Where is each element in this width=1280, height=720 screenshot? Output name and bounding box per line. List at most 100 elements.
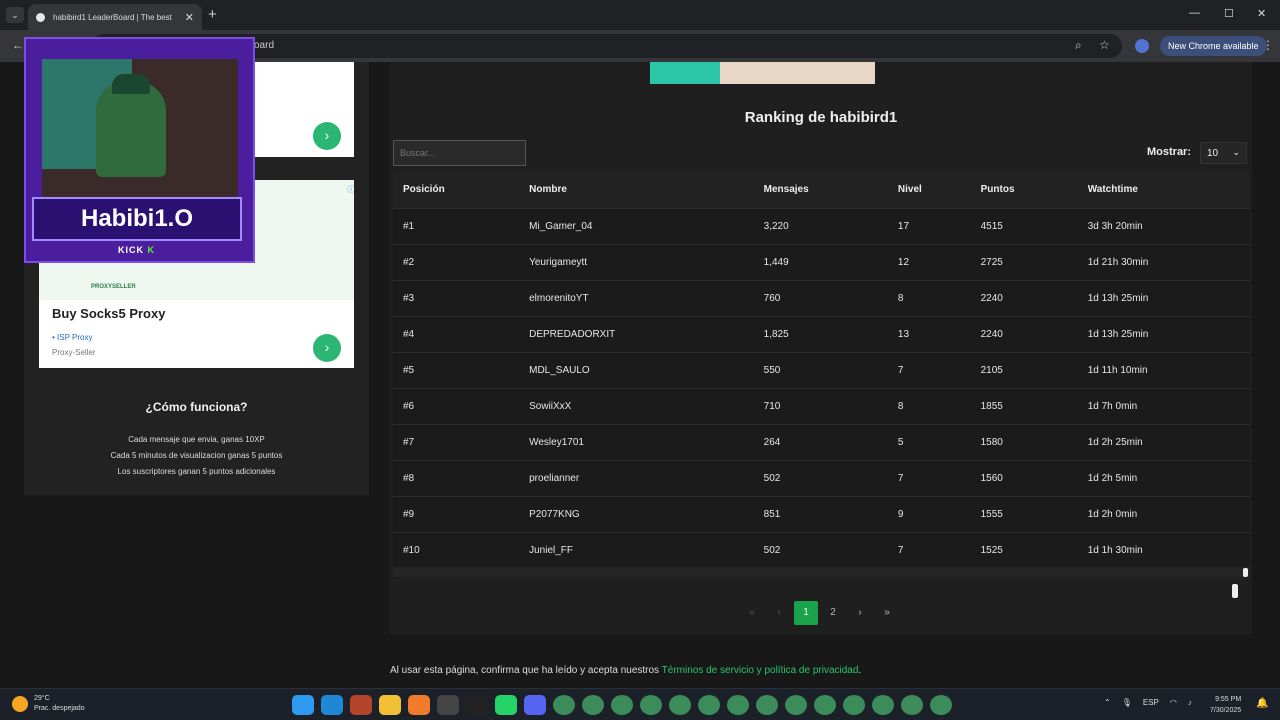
stream-overlay[interactable]: Habibi1.O KICK K (24, 37, 255, 263)
column-header[interactable]: Puntos (970, 172, 1078, 209)
new-tab-button[interactable]: + (208, 6, 217, 23)
table-cell: #7 (393, 424, 520, 461)
taskbar-app-chrome-icon[interactable] (785, 695, 807, 715)
table-cell: 1,825 (753, 316, 888, 353)
tab-close-icon[interactable]: ✕ (185, 11, 194, 24)
taskbar-app-chrome-icon[interactable] (698, 695, 720, 715)
table-cell: 1d 11h 10min (1077, 352, 1250, 389)
column-header[interactable]: Nivel (887, 172, 971, 209)
taskbar-app-windows-icon[interactable] (292, 695, 314, 715)
tab-search-button[interactable]: ⌄ (6, 7, 24, 23)
taskbar-app-chrome-icon[interactable] (843, 695, 865, 715)
taskbar-app-chrome-icon[interactable] (814, 695, 836, 715)
table-cell: 550 (753, 352, 888, 389)
taskbar-app-chrome-icon[interactable] (611, 695, 633, 715)
ad-go-button[interactable]: › (313, 122, 341, 150)
taskbar-app-discord-icon[interactable] (524, 695, 546, 715)
prev-page-button[interactable]: ‹ (767, 601, 791, 625)
table-cell: 1d 1h 30min (1077, 532, 1250, 569)
table-cell: P2077KNG (519, 496, 754, 533)
page-button-2[interactable]: 2 (821, 601, 845, 625)
new-chrome-available-button[interactable]: New Chrome available (1160, 36, 1267, 56)
bookmark-star-icon[interactable]: ☆ (1099, 38, 1110, 52)
last-page-button[interactable]: » (875, 601, 899, 625)
language-indicator[interactable]: ESP (1143, 698, 1159, 707)
browser-titlebar: ⌄ habibird1 LeaderBoard | The best ✕ + —… (0, 0, 1280, 30)
taskbar-app-chrome-icon[interactable] (901, 695, 923, 715)
horizontal-scrollbar[interactable] (393, 567, 1250, 577)
column-header[interactable]: Watchtime (1077, 172, 1250, 209)
table-row: #10 Juniel_FF 502 7 1525 1d 1h 30min (393, 532, 1250, 569)
table-cell: 1d 7h 0min (1077, 388, 1250, 425)
taskbar-app-chrome-icon[interactable] (756, 695, 778, 715)
wifi-icon[interactable]: ◠ (1170, 698, 1177, 707)
notification-bell-icon[interactable]: 🔔 (1256, 698, 1268, 709)
table-cell: 1d 21h 30min (1077, 244, 1250, 281)
table-row: #2 Yeurigameytt 1,449 12 2725 1d 21h 30min (393, 244, 1250, 281)
table-cell: #1 (393, 208, 520, 245)
clock[interactable]: 9:55 PM 7/30/2025 (1210, 694, 1241, 716)
how-title: ¿Cómo funciona? (145, 400, 248, 414)
back-icon[interactable]: ← (12, 38, 24, 52)
chrome-menu-icon[interactable]: ⋮ (1262, 38, 1274, 52)
page-button-1[interactable]: 1 (794, 601, 818, 625)
ad-headline[interactable]: Buy Socks5 Proxy (52, 306, 165, 321)
table-cell: 17 (887, 208, 971, 245)
zoom-icon[interactable]: ⌕ (1075, 38, 1082, 53)
taskbar-app-whatsapp-icon[interactable] (495, 695, 517, 715)
taskbar-app-chrome-icon[interactable] (582, 695, 604, 715)
table-row: #1 Mi_Gamer_04 3,220 17 4515 3d 3h 20min (393, 208, 1250, 245)
first-page-button[interactable]: « (740, 601, 764, 625)
table-cell: 1560 (970, 460, 1078, 497)
next-page-button[interactable]: › (848, 601, 872, 625)
column-header[interactable]: Posición (393, 172, 520, 209)
table-cell: 12 (887, 244, 971, 281)
taskbar-app-files-icon[interactable] (379, 695, 401, 715)
table-cell: 502 (753, 532, 888, 569)
search-input[interactable] (393, 140, 526, 166)
kick-logo: KICK K (118, 245, 156, 255)
table-cell: 8 (887, 280, 971, 317)
vertical-scrollbar-thumb[interactable] (1232, 584, 1238, 598)
address-bar-url: oard (254, 40, 275, 51)
profile-avatar[interactable] (1135, 39, 1149, 53)
terms-link[interactable]: Términos de servicio y política de priva… (662, 665, 859, 676)
table-cell: 2725 (970, 244, 1078, 281)
table-cell: Wesley1701 (519, 424, 754, 461)
maximize-icon[interactable]: ☐ (1224, 7, 1234, 20)
weather-sun-icon (12, 696, 28, 712)
volume-icon[interactable]: ♪ (1188, 698, 1192, 707)
ad-go-button[interactable]: › (313, 334, 341, 362)
table-cell: 502 (753, 460, 888, 497)
column-header[interactable]: Mensajes (753, 172, 888, 209)
ad-info-icon[interactable]: ⓘ (347, 184, 354, 195)
weather-widget[interactable]: 29°C Prac. despejado (12, 694, 85, 714)
table-cell: DEPREDADORXIT (519, 316, 754, 353)
taskbar-app-chrome-icon[interactable] (872, 695, 894, 715)
browser-tab[interactable]: habibird1 LeaderBoard | The best ✕ (28, 4, 202, 30)
minimize-icon[interactable]: — (1189, 7, 1200, 19)
clock-date: 7/30/2025 (1210, 707, 1242, 714)
table-cell: 1580 (970, 424, 1078, 461)
rows-per-page-select[interactable]: 10 ⌄ (1200, 142, 1247, 164)
taskbar-app-chrome-icon[interactable] (669, 695, 691, 715)
ad-bullet[interactable]: • ISP Proxy (52, 333, 92, 342)
column-header[interactable]: Nombre (519, 172, 754, 209)
taskbar-app-app-icon[interactable] (437, 695, 459, 715)
taskbar-app-chrome-icon[interactable] (640, 695, 662, 715)
taskbar-app-chrome-icon[interactable] (930, 695, 952, 715)
taskbar-app-app-icon[interactable] (408, 695, 430, 715)
close-window-icon[interactable]: ✕ (1257, 7, 1266, 20)
taskbar-app-terminal-icon[interactable] (466, 695, 488, 715)
table-cell: Mi_Gamer_04 (519, 208, 754, 245)
taskbar-app-chrome-icon[interactable] (553, 695, 575, 715)
pagination: « ‹ 1 2 › » (740, 601, 899, 625)
taskbar-app-app-icon[interactable] (350, 695, 372, 715)
table-cell: 2105 (970, 352, 1078, 389)
mic-icon[interactable]: 🎙 (1122, 698, 1132, 707)
taskbar-app-chrome-icon[interactable] (727, 695, 749, 715)
taskbar-app-edge-icon[interactable] (321, 695, 343, 715)
table-cell: 1555 (970, 496, 1078, 533)
tray-chevron-icon[interactable]: ⌃ (1104, 698, 1111, 707)
scrollbar-thumb[interactable] (1243, 568, 1248, 577)
